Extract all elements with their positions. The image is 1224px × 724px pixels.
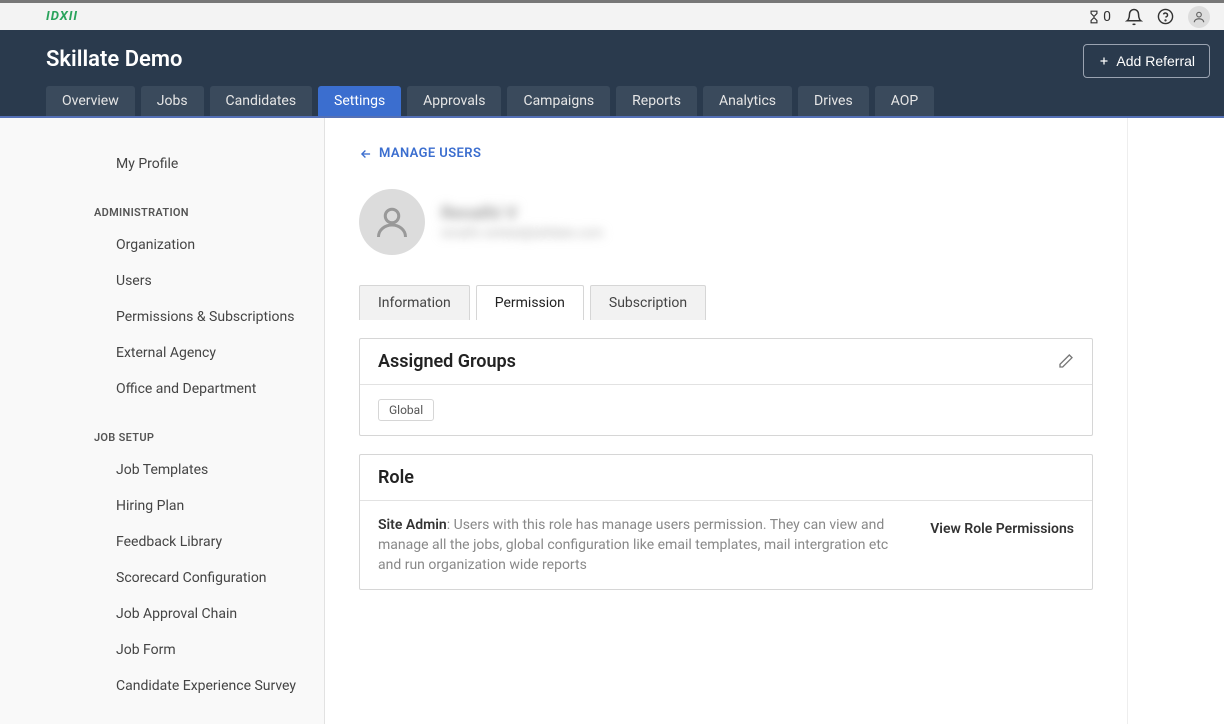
back-manage-users[interactable]: MANAGE USERS [359,146,481,161]
brand-bar: IDXII 0 [0,0,1224,30]
subtab-information[interactable]: Information [359,285,470,320]
arrow-left-icon [359,147,373,161]
user-header: Revathi V revathi.venkat@skillate.com [359,189,1093,255]
sidebar-item-permissions-subscriptions[interactable]: Permissions & Subscriptions [0,299,324,335]
pencil-icon [1058,353,1074,369]
assigned-groups-panel: Assigned Groups Global [359,338,1093,436]
group-tag: Global [378,399,434,421]
role-title: Role [378,467,414,488]
nav-tab-jobs[interactable]: Jobs [141,86,204,116]
role-desc-text: : Users with this role has manage users … [378,517,888,574]
user-name: Revathi V [441,203,603,224]
sidebar-item-feedback-library[interactable]: Feedback Library [0,524,324,560]
help-icon[interactable] [1157,8,1174,25]
assigned-groups-title: Assigned Groups [378,351,516,372]
brand-logo: IDXII [46,9,78,24]
nav-tab-overview[interactable]: Overview [46,86,135,116]
subtab-permission[interactable]: Permission [476,285,584,320]
sidebar-item-hiring-plan[interactable]: Hiring Plan [0,488,324,524]
main-nav-tabs: OverviewJobsCandidatesSettingsApprovalsC… [46,86,1210,116]
user-icon [1192,10,1206,24]
sidebar-item-users[interactable]: Users [0,263,324,299]
view-role-permissions-link[interactable]: View Role Permissions [930,515,1074,537]
bell-icon[interactable] [1125,8,1143,26]
plus-icon [1098,55,1110,67]
user-icon [374,204,410,240]
assigned-groups-body: Global [360,385,1092,435]
back-link-label: MANAGE USERS [379,146,481,161]
nav-tab-settings[interactable]: Settings [318,86,401,116]
sidebar-item-external-agency[interactable]: External Agency [0,335,324,371]
page-title: Skillate Demo [46,47,182,72]
sidebar-heading: JOB SETUP [0,431,324,444]
content-area: MANAGE USERS Revathi V revathi.venkat@sk… [325,118,1128,724]
sidebar-item-job-form[interactable]: Job Form [0,632,324,668]
sidebar-item-my-profile[interactable]: My Profile [0,146,324,182]
notif-count-text: 0 [1103,9,1111,25]
role-description: Site Admin: Users with this role has man… [378,515,908,576]
settings-sidebar: My Profile ADMINISTRATION OrganizationUse… [0,118,325,724]
user-email: revathi.venkat@skillate.com [441,226,603,241]
subtab-subscription[interactable]: Subscription [590,285,706,320]
user-sub-tabs: InformationPermissionSubscription [359,285,1093,320]
add-referral-label: Add Referral [1116,53,1195,69]
nav-tab-analytics[interactable]: Analytics [703,86,792,116]
sidebar-item-office-and-department[interactable]: Office and Department [0,371,324,407]
sidebar-heading: ADMINISTRATION [0,206,324,219]
nav-tab-aop[interactable]: AOP [875,86,935,116]
role-name: Site Admin [378,517,447,533]
nav-tab-drives[interactable]: Drives [798,86,869,116]
nav-tab-campaigns[interactable]: Campaigns [507,86,610,116]
user-avatar [359,189,425,255]
sidebar-item-organization[interactable]: Organization [0,227,324,263]
nav-tab-reports[interactable]: Reports [616,86,697,116]
sidebar-item-job-templates[interactable]: Job Templates [0,452,324,488]
sidebar-item-candidate-experience-survey[interactable]: Candidate Experience Survey [0,668,324,704]
sidebar-item-scorecard-configuration[interactable]: Scorecard Configuration [0,560,324,596]
role-panel: Role Site Admin: Users with this role ha… [359,454,1093,591]
profile-avatar-small[interactable] [1188,6,1210,28]
add-referral-button[interactable]: Add Referral [1083,44,1210,78]
nav-tab-candidates[interactable]: Candidates [210,86,313,116]
app-header: Skillate Demo Add Referral OverviewJobsC… [0,30,1224,118]
edit-groups-button[interactable] [1058,353,1074,369]
sidebar-item-job-approval-chain[interactable]: Job Approval Chain [0,596,324,632]
pinned-count[interactable]: 0 [1087,9,1111,25]
hourglass-icon [1087,10,1101,24]
nav-tab-approvals[interactable]: Approvals [407,86,501,116]
